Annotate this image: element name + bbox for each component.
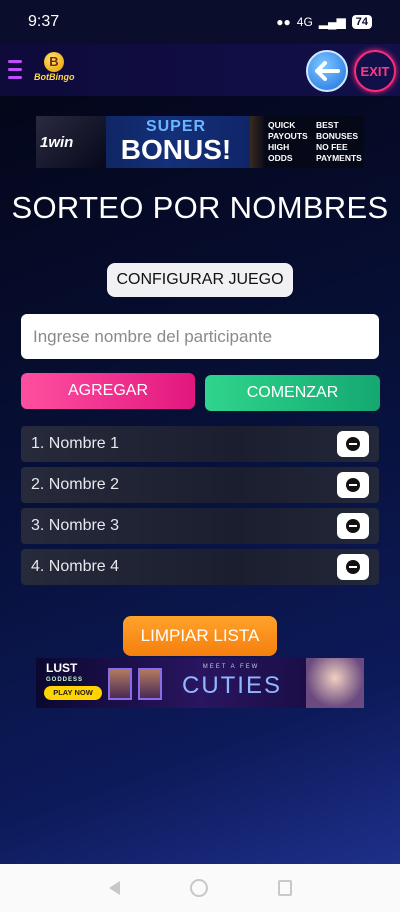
ad-features: QUICK PAYOUTS HIGH ODDS BEST BONUSES NO … [250,116,364,168]
ad-features-col2: BEST BONUSES NO FEE PAYMENTS [316,120,362,164]
ad-image [250,116,266,168]
list-item: 1. Nombre 1 [21,426,379,462]
ad-cta-button[interactable]: PLAY NOW [44,686,102,700]
app-header: B BotBingo EXIT [0,44,400,96]
minus-circle-icon [346,519,360,533]
nav-recents-icon[interactable] [277,880,292,896]
list-item: 2. Nombre 2 [21,467,379,503]
page-title: SORTEO POR NOMBRES [11,190,389,225]
participant-name-input[interactable] [21,314,379,359]
ad-brand-panel: 1win [36,116,106,168]
nav-back-icon[interactable] [108,881,120,895]
ad-brand: 1win [40,134,74,151]
system-nav-bar [0,864,400,912]
ad-headline: SUPER BONUS! [106,118,246,166]
participant-name: 2. Nombre 2 [31,476,120,493]
status-bar: 9:37 ●● 4G ▂▄▆ 74 [0,0,400,44]
ad-banner-bottom[interactable]: LUST GODDESS PLAY NOW MEET A FEW CUTIES [36,658,364,708]
signal-icon: ▂▄▆ [318,15,346,29]
ad-thumbnail [108,668,132,700]
minus-circle-icon [346,560,360,574]
ad-feature: BEST [316,120,339,130]
ad-thumbnail [138,668,162,700]
ad-tagline: MEET A FEW [202,664,260,670]
participant-list: 1. Nombre 1 2. Nombre 2 3. Nombre 3 4. N… [21,426,379,590]
configure-game-button[interactable]: CONFIGURAR JUEGO [107,263,293,297]
remove-button[interactable] [337,554,369,580]
ad-banner-top[interactable]: 1win SUPER BONUS! QUICK PAYOUTS HIGH ODD… [36,116,364,168]
main-content: 1win SUPER BONUS! QUICK PAYOUTS HIGH ODD… [0,96,400,864]
ad-features-col1: QUICK PAYOUTS HIGH ODDS [268,120,308,164]
nav-home-icon[interactable] [189,879,208,897]
ad-feature: BONUSES [316,131,359,141]
add-button[interactable]: AGREGAR [21,373,195,409]
ad-brand: LUST GODDESS [46,662,83,686]
participant-name: 4. Nombre 4 [31,558,120,575]
ad-feature: ODDS [268,153,293,163]
network-label: 4G [296,15,313,29]
ad-feature: QUICK [268,120,296,130]
remove-button[interactable] [337,431,369,457]
start-button[interactable]: COMENZAR [205,375,380,411]
status-icons: ●● 4G ▂▄▆ 74 [276,15,372,29]
ad-headline: CUTIES [181,672,282,699]
participant-name: 3. Nombre 3 [31,517,120,534]
exit-button[interactable]: EXIT [354,50,396,92]
logo-text: BotBingo [34,72,75,82]
app-logo[interactable]: B BotBingo [34,52,75,88]
ad-feature: HIGH [268,142,290,152]
hotspot-icon: ●● [276,15,291,29]
menu-icon[interactable] [8,60,22,80]
ad-brand-sub: GODDESS [46,677,84,683]
ad-brand-name: LUST [46,661,78,675]
arrow-left-icon [315,61,340,81]
logo-ball: B [44,52,64,72]
battery-indicator: 74 [351,15,372,29]
clear-list-button[interactable]: LIMPIAR LISTA [123,616,277,656]
clock: 9:37 [28,13,60,30]
ad-feature: PAYMENTS [316,153,362,163]
back-button[interactable] [306,50,348,92]
ad-feature: PAYOUTS [268,131,308,141]
ad-headline-big: BONUS! [120,134,232,165]
participant-name: 1. Nombre 1 [31,435,120,452]
minus-circle-icon [346,437,360,451]
remove-button[interactable] [337,513,369,539]
minus-circle-icon [346,478,360,492]
ad-image [306,658,364,708]
remove-button[interactable] [337,472,369,498]
ad-feature: NO FEE [316,142,348,152]
list-item: 3. Nombre 3 [21,508,379,544]
list-item: 4. Nombre 4 [21,549,379,585]
